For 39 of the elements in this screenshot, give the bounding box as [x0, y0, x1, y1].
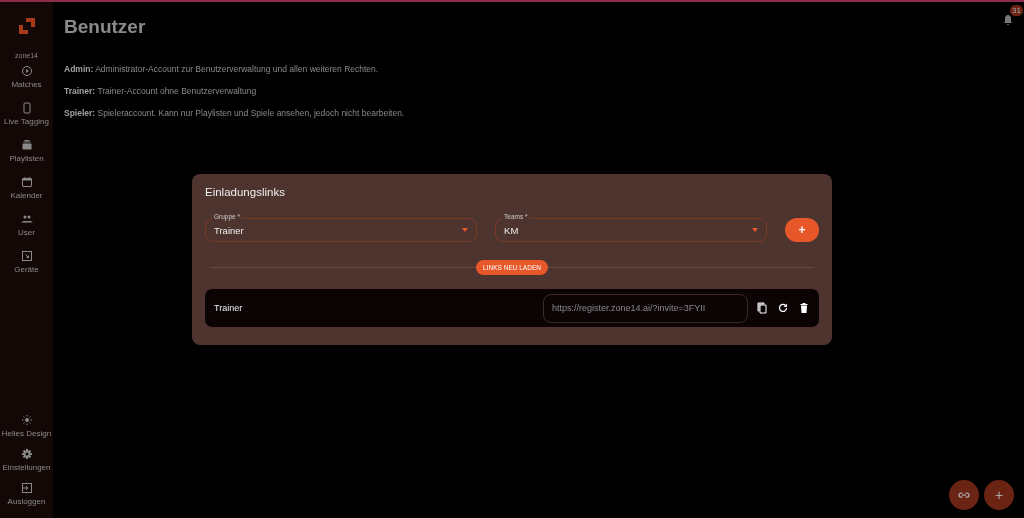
- nav-item[interactable]: User: [0, 213, 53, 237]
- playlist-icon: [20, 139, 33, 151]
- nav-item[interactable]: Geräte: [0, 250, 53, 274]
- nav-item[interactable]: Live Tagging: [0, 102, 53, 126]
- nav-item[interactable]: Ausloggen: [0, 482, 53, 506]
- notification-badge: 31: [1010, 5, 1023, 16]
- play-icon: [20, 65, 33, 77]
- url-field[interactable]: https://register.zone14.ai/?invite=3FYII: [543, 293, 748, 323]
- role-description: Admin: Administrator-Account zur Benutzerverwaltung und allen weiteren Rechten.: [64, 64, 380, 74]
- link-icon: [958, 489, 970, 501]
- nav-item[interactable]: Matches: [0, 65, 53, 89]
- nav-item[interactable]: Helles Design: [0, 414, 53, 438]
- add-fab[interactable]: +: [984, 480, 1014, 510]
- refresh-icon[interactable]: [777, 302, 789, 314]
- nav-item[interactable]: Playlisten: [0, 139, 53, 163]
- link-button[interactable]: [949, 480, 979, 510]
- role-description: Trainer: Trainer-Account ohne Benutzerverwaltung: [64, 86, 258, 96]
- role-description: Spieler: Spieleraccount. Kann nur Playlisten und Spiele ansehen, jedoch nicht bearbeiten.: [64, 108, 406, 118]
- nav-item[interactable]: Kalender: [0, 176, 53, 200]
- page-title: Benutzer: [64, 16, 146, 38]
- caret-icon: [752, 228, 759, 232]
- people-icon: [20, 213, 33, 225]
- calendar-icon: [20, 176, 33, 188]
- field-value: Trainer: [214, 224, 245, 236]
- logo-icon: [16, 16, 37, 36]
- phone-icon: [20, 102, 33, 114]
- settings-icon: [20, 448, 33, 460]
- bell-icon[interactable]: [1002, 14, 1014, 26]
- sun-icon: [20, 414, 33, 426]
- copy-icon[interactable]: [756, 302, 768, 314]
- field-value: KM: [504, 224, 520, 236]
- nav-item[interactable]: Einstellungen: [0, 448, 53, 472]
- add-button[interactable]: +: [785, 218, 819, 242]
- link-group: Trainer: [214, 303, 543, 313]
- trash-icon[interactable]: [798, 302, 810, 314]
- device-icon: [20, 250, 33, 262]
- caret-icon: [462, 228, 469, 232]
- dialog-title: Einladungslinks: [205, 186, 286, 198]
- logout-icon: [20, 482, 33, 494]
